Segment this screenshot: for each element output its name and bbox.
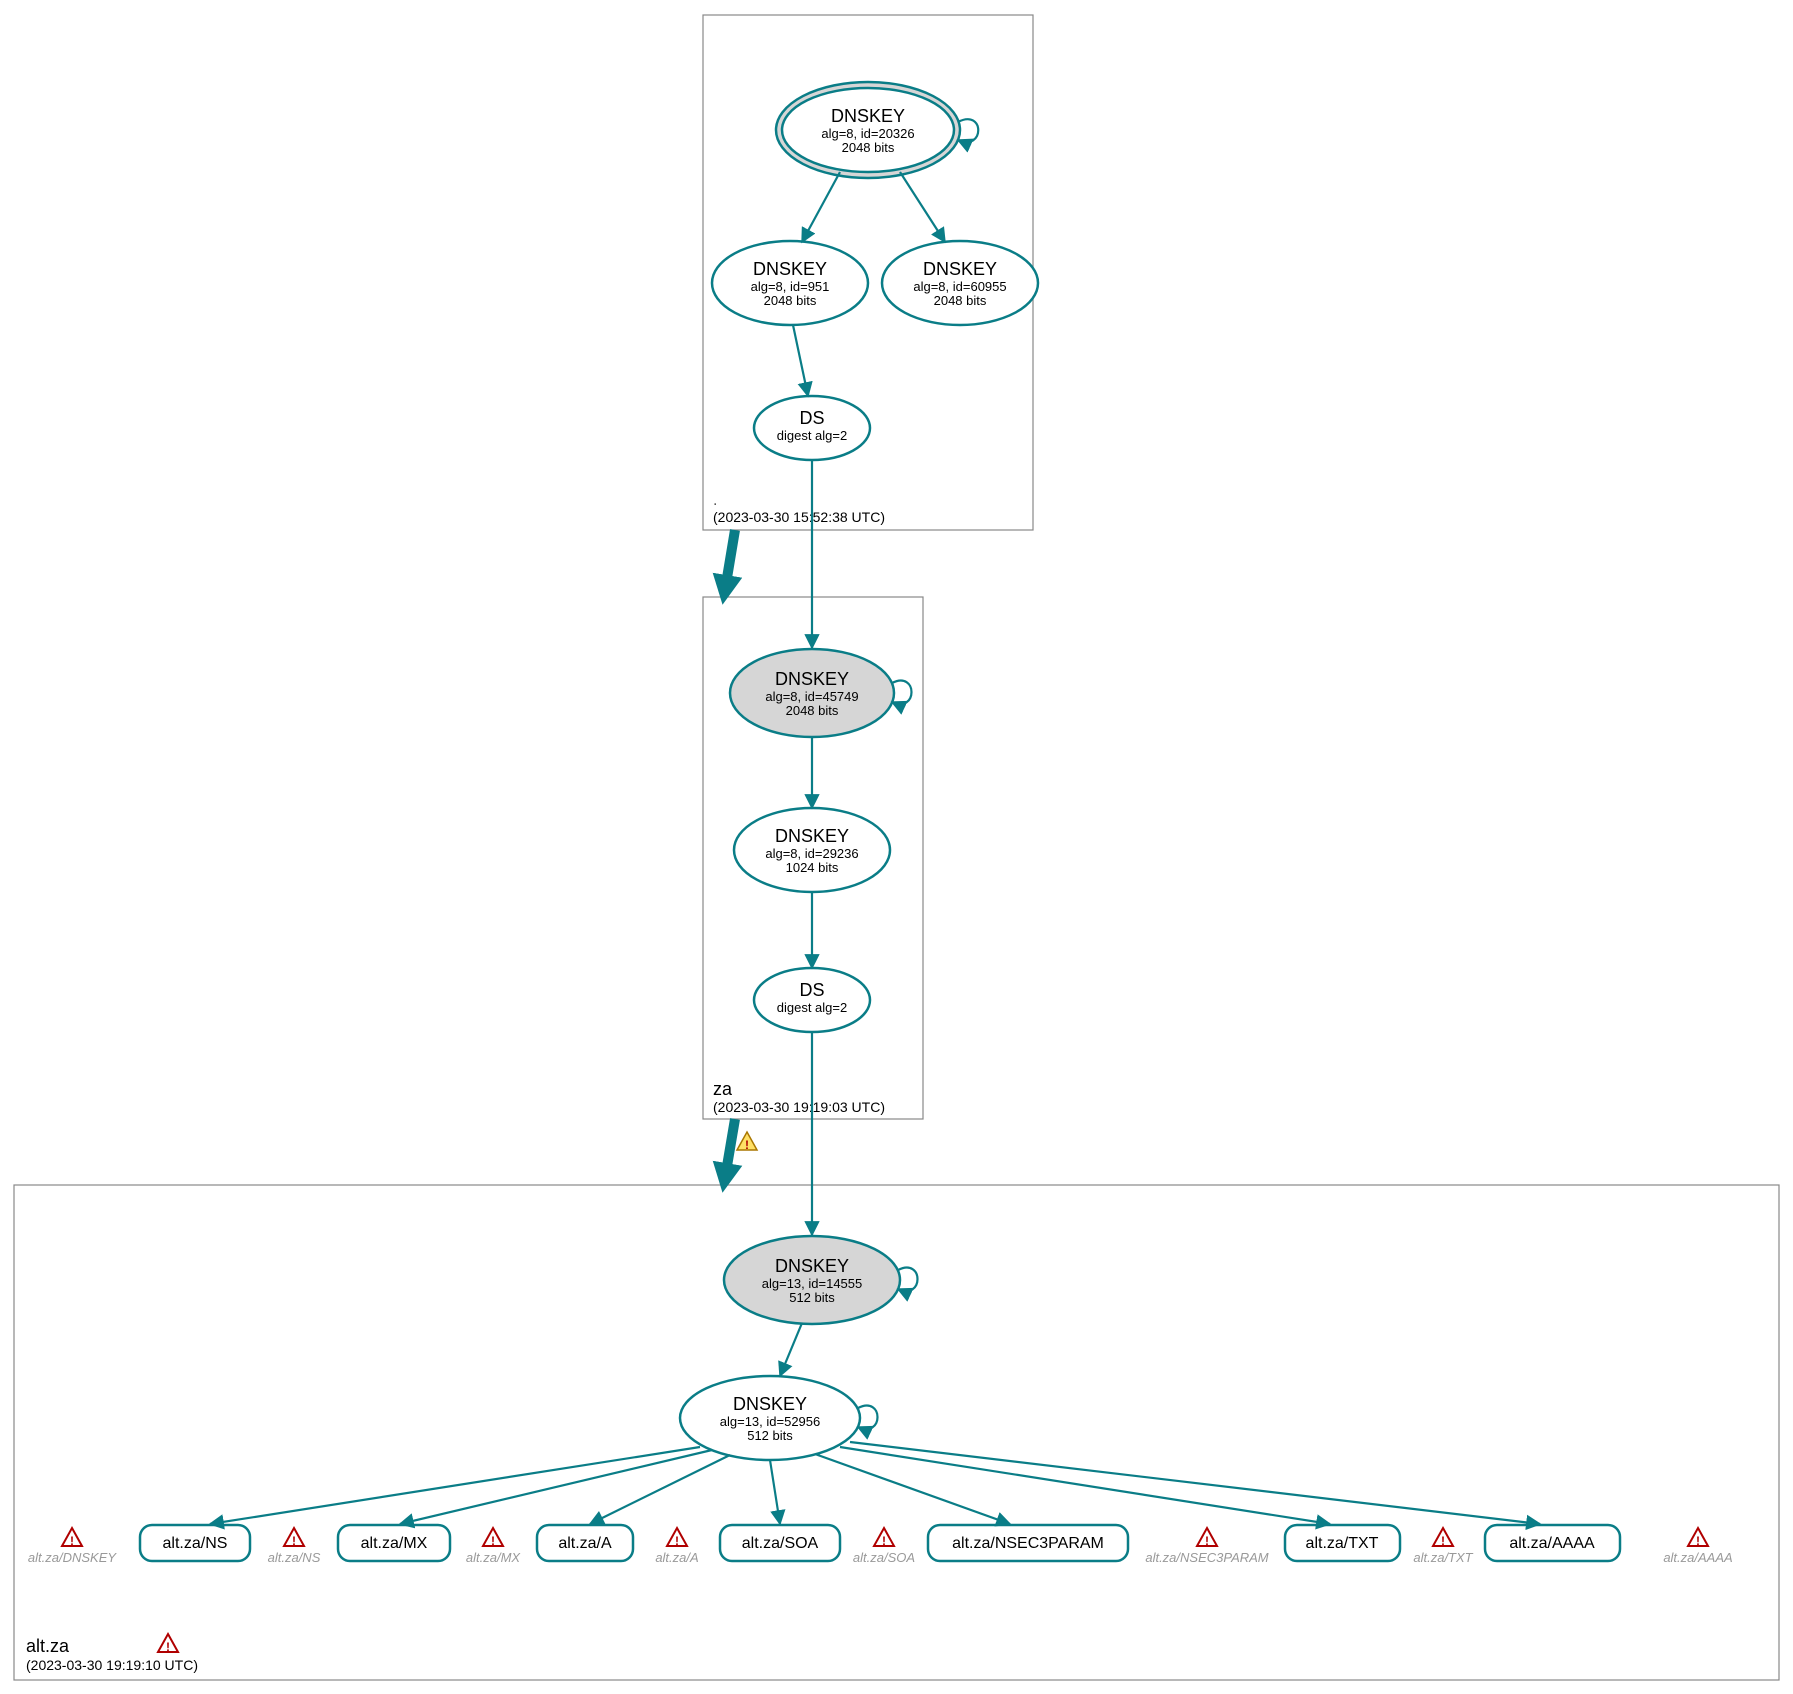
warn-dnskey[interactable]: ! alt.za/DNSKEY (28, 1528, 117, 1565)
warn-aaaa[interactable]: ! alt.za/AAAA (1663, 1528, 1732, 1565)
svg-text:DS: DS (799, 980, 824, 1000)
svg-text:alt.za/MX: alt.za/MX (466, 1550, 522, 1565)
svg-text:!: ! (166, 1640, 170, 1654)
svg-text:DNSKEY: DNSKEY (831, 106, 905, 126)
svg-text:alt.za/NS: alt.za/NS (268, 1550, 321, 1565)
svg-text:2048 bits: 2048 bits (934, 293, 987, 308)
svg-text:alg=13, id=14555: alg=13, id=14555 (762, 1276, 862, 1291)
svg-text:!: ! (1441, 1534, 1445, 1548)
node-za-ds[interactable]: DS digest alg=2 (754, 968, 870, 1032)
zone-root-label: . (713, 492, 717, 509)
svg-text:alt.za/DNSKEY: alt.za/DNSKEY (28, 1550, 117, 1565)
svg-text:alt.za/AAAA: alt.za/AAAA (1663, 1550, 1732, 1565)
svg-text:alg=13, id=52956: alg=13, id=52956 (720, 1414, 820, 1429)
zone-za-timestamp: (2023-03-30 19:19:03 UTC) (713, 1099, 885, 1115)
node-za-ksk[interactable]: DNSKEY alg=8, id=45749 2048 bits (730, 649, 894, 737)
svg-text:!: ! (1205, 1534, 1209, 1548)
warn-txt[interactable]: ! alt.za/TXT (1413, 1528, 1473, 1565)
svg-text:DNSKEY: DNSKEY (775, 669, 849, 689)
svg-text:alg=8, id=951: alg=8, id=951 (751, 279, 830, 294)
zone-root-timestamp: (2023-03-30 15:52:38 UTC) (713, 509, 885, 525)
zone-za-label: za (713, 1079, 733, 1099)
svg-text:DNSKEY: DNSKEY (753, 259, 827, 279)
svg-text:DS: DS (799, 408, 824, 428)
svg-text:alg=8, id=45749: alg=8, id=45749 (765, 689, 858, 704)
rr-txt[interactable]: alt.za/TXT (1285, 1525, 1400, 1561)
node-altza-zsk[interactable]: DNSKEY alg=13, id=52956 512 bits (680, 1376, 860, 1460)
svg-text:512 bits: 512 bits (789, 1290, 835, 1305)
svg-text:digest alg=2: digest alg=2 (777, 428, 847, 443)
svg-text:alt.za/NSEC3PARAM: alt.za/NSEC3PARAM (952, 1535, 1104, 1552)
edge-zsk-aaaa (850, 1442, 1540, 1524)
warn-soa[interactable]: ! alt.za/SOA (853, 1528, 915, 1565)
rr-ns[interactable]: alt.za/NS (140, 1525, 250, 1561)
edge-zone-root-za (725, 530, 735, 590)
zone-altza-timestamp: (2023-03-30 19:19:10 UTC) (26, 1657, 198, 1673)
edge-altzaksk-zsk (780, 1323, 802, 1376)
svg-text:DNSKEY: DNSKEY (775, 826, 849, 846)
svg-text:DNSKEY: DNSKEY (775, 1256, 849, 1276)
svg-text:alt.za/AAAA: alt.za/AAAA (1509, 1535, 1595, 1552)
rr-nsec3param[interactable]: alt.za/NSEC3PARAM (928, 1525, 1128, 1561)
svg-text:!: ! (675, 1534, 679, 1548)
edge-zsk-a (590, 1455, 730, 1524)
warn-ns[interactable]: ! alt.za/NS (268, 1528, 321, 1565)
warn-a[interactable]: ! alt.za/A (655, 1528, 698, 1565)
node-root-zsk2[interactable]: DNSKEY alg=8, id=60955 2048 bits (882, 241, 1038, 325)
svg-text:2048 bits: 2048 bits (764, 293, 817, 308)
svg-text:!: ! (882, 1534, 886, 1548)
svg-text:512 bits: 512 bits (747, 1428, 793, 1443)
svg-text:1024 bits: 1024 bits (786, 860, 839, 875)
rr-a[interactable]: alt.za/A (537, 1525, 633, 1561)
edge-zsk-ns (210, 1447, 700, 1524)
edge-zsk-soa (770, 1460, 780, 1524)
svg-text:!: ! (70, 1534, 74, 1548)
node-za-zsk[interactable]: DNSKEY alg=8, id=29236 1024 bits (734, 808, 890, 892)
svg-text:!: ! (491, 1534, 495, 1548)
svg-text:!: ! (292, 1534, 296, 1548)
svg-text:alt.za/TXT: alt.za/TXT (1306, 1535, 1379, 1552)
rr-aaaa[interactable]: alt.za/AAAA (1485, 1525, 1620, 1561)
svg-text:alg=8, id=60955: alg=8, id=60955 (913, 279, 1006, 294)
svg-text:alt.za/SOA: alt.za/SOA (742, 1535, 819, 1552)
svg-text:digest alg=2: digest alg=2 (777, 1000, 847, 1015)
svg-text:2048 bits: 2048 bits (786, 703, 839, 718)
edge-rootksk-zsk1 (802, 172, 840, 242)
svg-text:DNSKEY: DNSKEY (733, 1394, 807, 1414)
svg-text:alt.za/NS: alt.za/NS (163, 1535, 228, 1552)
svg-text:alt.za/A: alt.za/A (655, 1550, 698, 1565)
edge-zsk-txt (840, 1447, 1330, 1524)
dnssec-graph: . (2023-03-30 15:52:38 UTC) DNSKEY alg=8… (0, 0, 1793, 1694)
svg-text:alt.za/SOA: alt.za/SOA (853, 1550, 915, 1565)
svg-text:alt.za/MX: alt.za/MX (361, 1535, 428, 1552)
svg-text:alg=8, id=20326: alg=8, id=20326 (821, 126, 914, 141)
warn-nsec[interactable]: ! alt.za/NSEC3PARAM (1145, 1528, 1268, 1565)
svg-text:DNSKEY: DNSKEY (923, 259, 997, 279)
edge-rootksk-zsk2 (900, 172, 945, 242)
node-root-zsk1[interactable]: DNSKEY alg=8, id=951 2048 bits (712, 241, 868, 325)
edge-zsk-nsec (815, 1454, 1010, 1524)
edge-rootzsk1-ds (793, 325, 808, 396)
svg-text:alg=8, id=29236: alg=8, id=29236 (765, 846, 858, 861)
svg-text:!: ! (1696, 1534, 1700, 1548)
node-altza-ksk[interactable]: DNSKEY alg=13, id=14555 512 bits (724, 1236, 900, 1324)
svg-text:alt.za/TXT: alt.za/TXT (1413, 1550, 1473, 1565)
svg-text:!: ! (745, 1138, 749, 1152)
svg-text:alt.za/A: alt.za/A (558, 1535, 612, 1552)
rr-mx[interactable]: alt.za/MX (338, 1525, 450, 1561)
warning-icon-zone-altza[interactable]: ! (737, 1132, 757, 1152)
rr-soa[interactable]: alt.za/SOA (720, 1525, 840, 1561)
node-root-ds[interactable]: DS digest alg=2 (754, 396, 870, 460)
warn-mx[interactable]: ! alt.za/MX (466, 1528, 522, 1565)
edge-zone-za-altza (725, 1119, 735, 1178)
svg-text:alt.za/NSEC3PARAM: alt.za/NSEC3PARAM (1145, 1550, 1268, 1565)
zone-altza-box (14, 1185, 1779, 1680)
warn-zone-altza[interactable]: ! (158, 1634, 178, 1654)
node-root-ksk[interactable]: DNSKEY alg=8, id=20326 2048 bits (776, 82, 960, 178)
zone-altza-label: alt.za (26, 1636, 70, 1656)
svg-text:2048 bits: 2048 bits (842, 140, 895, 155)
